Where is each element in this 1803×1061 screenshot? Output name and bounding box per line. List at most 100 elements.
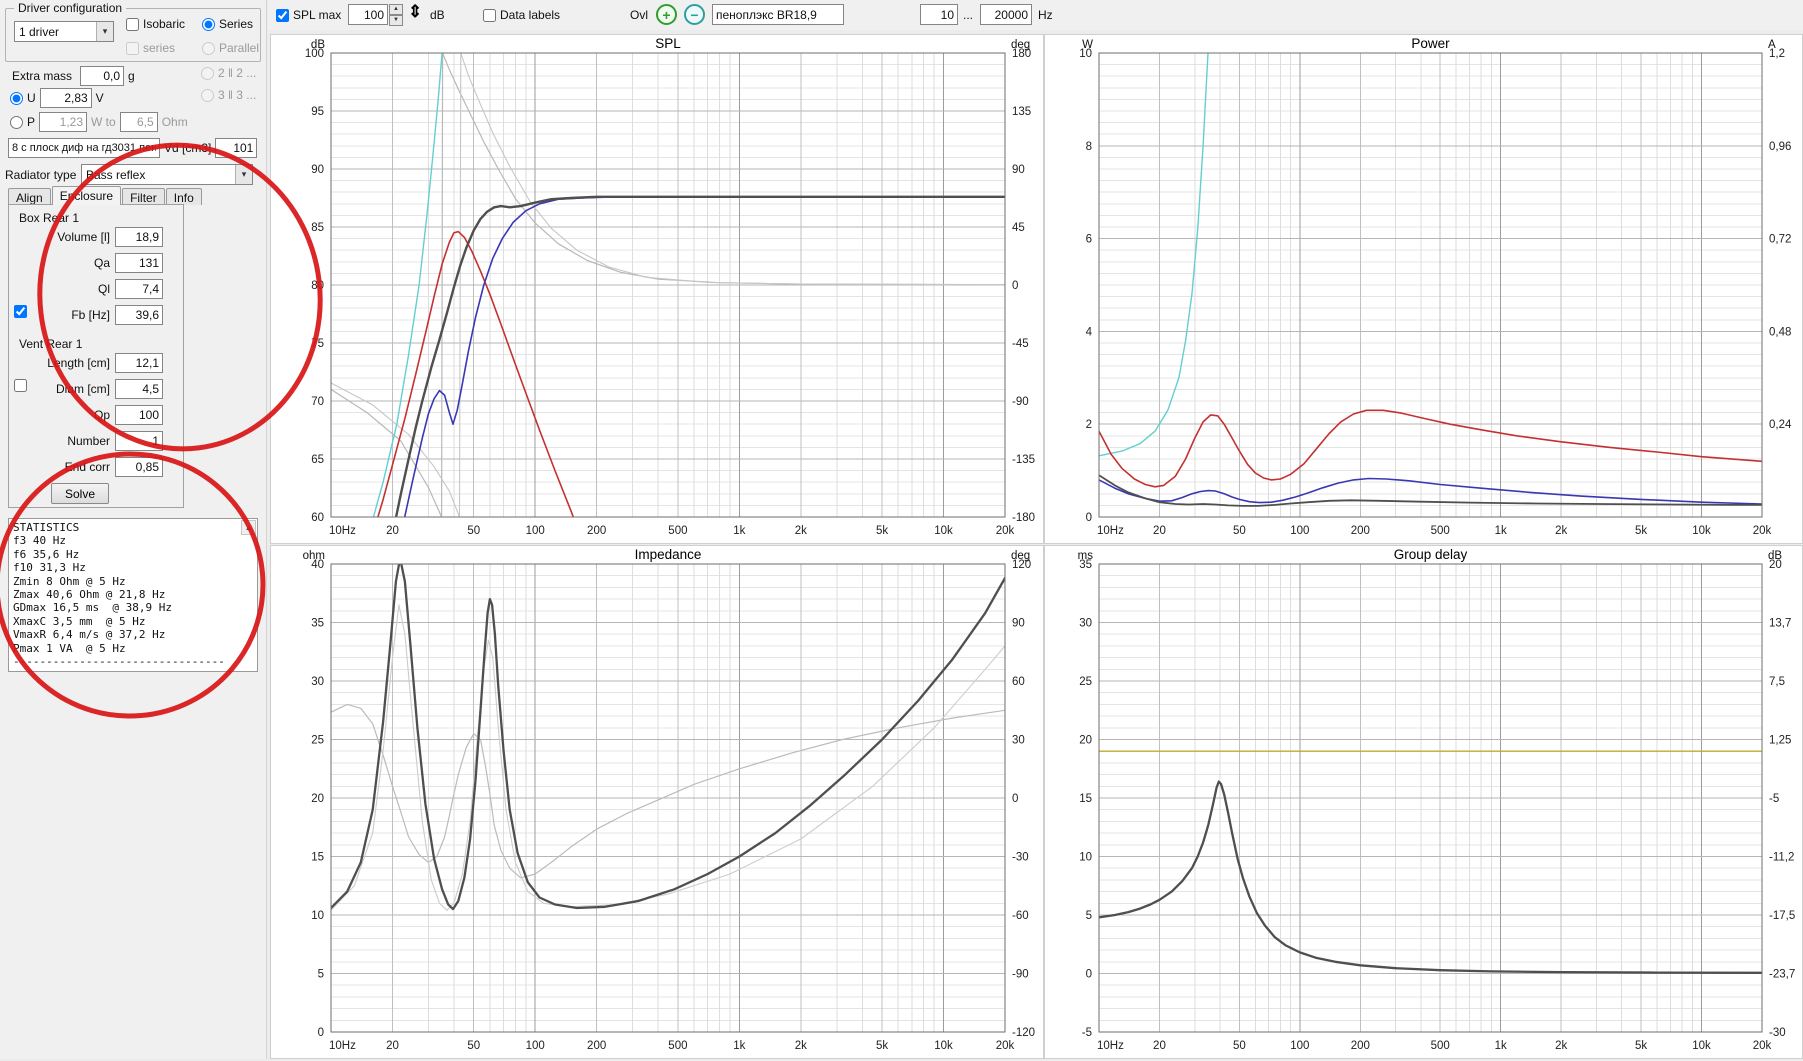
end-corr-label: End corr <box>64 460 110 474</box>
qp-input[interactable] <box>115 405 163 425</box>
spinner-up-icon[interactable]: ▲ <box>389 4 403 15</box>
svg-text:-90: -90 <box>1012 396 1029 408</box>
isobaric-checkbox[interactable]: Isobaric <box>126 17 185 31</box>
volume-input[interactable] <box>115 227 163 247</box>
spl-max-checkbox[interactable]: SPL max <box>276 8 341 22</box>
series-radio-input[interactable] <box>202 17 215 31</box>
svg-text:5k: 5k <box>1635 525 1647 537</box>
svg-text:-135: -135 <box>1012 454 1035 466</box>
svg-text:20: 20 <box>1153 525 1166 537</box>
power-radio[interactable]: P <box>10 115 35 129</box>
svg-text:0: 0 <box>1086 512 1092 524</box>
svg-text:SPL: SPL <box>655 36 681 51</box>
power-radio-input[interactable] <box>10 115 23 129</box>
freq-from-input[interactable] <box>920 4 958 25</box>
data-labels-checkbox-input[interactable] <box>483 8 496 22</box>
parallel-radio[interactable]: Parallel <box>202 41 259 55</box>
vent-diam-input[interactable] <box>115 379 163 399</box>
box-title: Box Rear 1 <box>19 211 80 225</box>
svg-text:90: 90 <box>1012 164 1025 176</box>
voltage-radio[interactable]: U <box>10 91 36 105</box>
extra-mass-input[interactable] <box>80 66 124 86</box>
radiator-type-label: Radiator type <box>5 167 77 182</box>
svg-text:1,2: 1,2 <box>1769 48 1785 60</box>
svg-text:25: 25 <box>311 735 324 747</box>
fb-input[interactable] <box>115 305 163 325</box>
svg-text:1k: 1k <box>1495 525 1507 537</box>
svg-text:-5: -5 <box>1769 793 1779 805</box>
svg-text:30: 30 <box>1079 618 1092 630</box>
radiator-type-select[interactable]: Bass reflex ▾ <box>81 164 253 185</box>
svg-text:60: 60 <box>1012 676 1025 688</box>
data-labels-checkbox[interactable]: Data labels <box>483 8 560 22</box>
spinner-down-icon[interactable]: ▼ <box>389 15 403 26</box>
svg-text:70: 70 <box>311 396 324 408</box>
ql-input[interactable] <box>115 279 163 299</box>
svg-text:4: 4 <box>1086 326 1093 338</box>
scroll-up-icon[interactable]: ▲ <box>241 520 256 535</box>
svg-text:5k: 5k <box>1635 1040 1647 1052</box>
ovl-name-input[interactable] <box>712 4 844 25</box>
voltage-input[interactable] <box>39 88 92 108</box>
spl-max-spinner[interactable]: ▲ ▼ <box>389 4 403 26</box>
svg-text:200: 200 <box>1351 525 1370 537</box>
driver-count-value: 1 driver <box>19 24 60 39</box>
tab-enclosure[interactable]: Enclosure <box>51 186 122 205</box>
series-checkbox[interactable]: series <box>126 41 175 55</box>
autoscale-icon[interactable]: ⇕ <box>408 2 422 22</box>
tab-filter[interactable]: Filter <box>122 188 165 205</box>
power-input[interactable] <box>39 112 88 132</box>
config-3x3-radio[interactable]: 3 ‖ 3 ... <box>201 88 256 102</box>
tab-strip: Align Enclosure Filter Info <box>8 186 203 205</box>
ovl-remove-button[interactable]: − <box>684 4 705 25</box>
svg-text:35: 35 <box>311 618 324 630</box>
spl-max-input[interactable] <box>348 4 388 25</box>
vent-diam-row: Diam [cm] <box>11 379 163 399</box>
svg-text:50: 50 <box>1233 525 1246 537</box>
impedance-chart: Impedance ohm deg 40 35 30 25 20 15 10 5 0 120 90 60 30… <box>270 545 1044 1059</box>
svg-text:500: 500 <box>668 525 687 537</box>
svg-text:100: 100 <box>526 1040 545 1052</box>
vent-length-input[interactable] <box>115 353 163 373</box>
vent-number-label: Number <box>67 434 110 448</box>
toolbar: SPL max ▲▼ ⇕ dB Data labels Ovl + − ... … <box>268 0 1803 30</box>
vent-number-row: Number <box>11 431 163 451</box>
end-corr-input[interactable] <box>115 457 163 477</box>
svg-text:7,5: 7,5 <box>1769 676 1785 688</box>
ql-row: Ql <box>11 279 163 299</box>
vent-number-input[interactable] <box>115 431 163 451</box>
svg-text:30: 30 <box>311 676 324 688</box>
svg-text:200: 200 <box>587 525 606 537</box>
svg-text:10Hz: 10Hz <box>329 525 356 537</box>
driver-count-select[interactable]: 1 driver ▾ <box>14 21 114 42</box>
svg-text:0,96: 0,96 <box>1769 141 1791 153</box>
tab-align[interactable]: Align <box>8 188 51 205</box>
svg-text:-30: -30 <box>1769 1027 1786 1039</box>
extra-mass-label: Extra mass <box>12 69 73 83</box>
qp-row: Qp <box>11 405 163 425</box>
driver-name-input[interactable] <box>8 138 160 158</box>
qa-input[interactable] <box>115 253 163 273</box>
isobaric-checkbox-input[interactable] <box>126 17 139 31</box>
solve-button[interactable]: Solve <box>51 483 109 504</box>
power-mid-label: W to <box>91 115 116 129</box>
svg-text:20: 20 <box>386 1040 399 1052</box>
voltage-unit: V <box>95 91 104 105</box>
ovl-add-button[interactable]: + <box>656 4 677 25</box>
vd-input[interactable] <box>215 138 258 158</box>
spl-max-checkbox-input[interactable] <box>276 8 289 22</box>
svg-text:0,24: 0,24 <box>1769 419 1792 431</box>
config-2x2-radio[interactable]: 2 ‖ 2 ... <box>201 66 256 80</box>
voltage-radio-input[interactable] <box>10 91 23 105</box>
tab-info[interactable]: Info <box>165 188 202 205</box>
radiator-type-value: Bass reflex <box>86 167 146 182</box>
vent-diam-label: Diam [cm] <box>56 382 110 396</box>
svg-text:2k: 2k <box>795 1040 807 1052</box>
series-radio[interactable]: Series <box>202 17 253 31</box>
svg-text:10Hz: 10Hz <box>1097 525 1124 537</box>
freq-to-input[interactable] <box>980 4 1032 25</box>
application-window: Driver configuration 1 driver ▾ Isobaric… <box>0 0 1803 1059</box>
svg-text:20: 20 <box>1079 735 1092 747</box>
power-impedance-input[interactable] <box>119 112 158 132</box>
volume-row: Volume [l] <box>11 227 163 247</box>
